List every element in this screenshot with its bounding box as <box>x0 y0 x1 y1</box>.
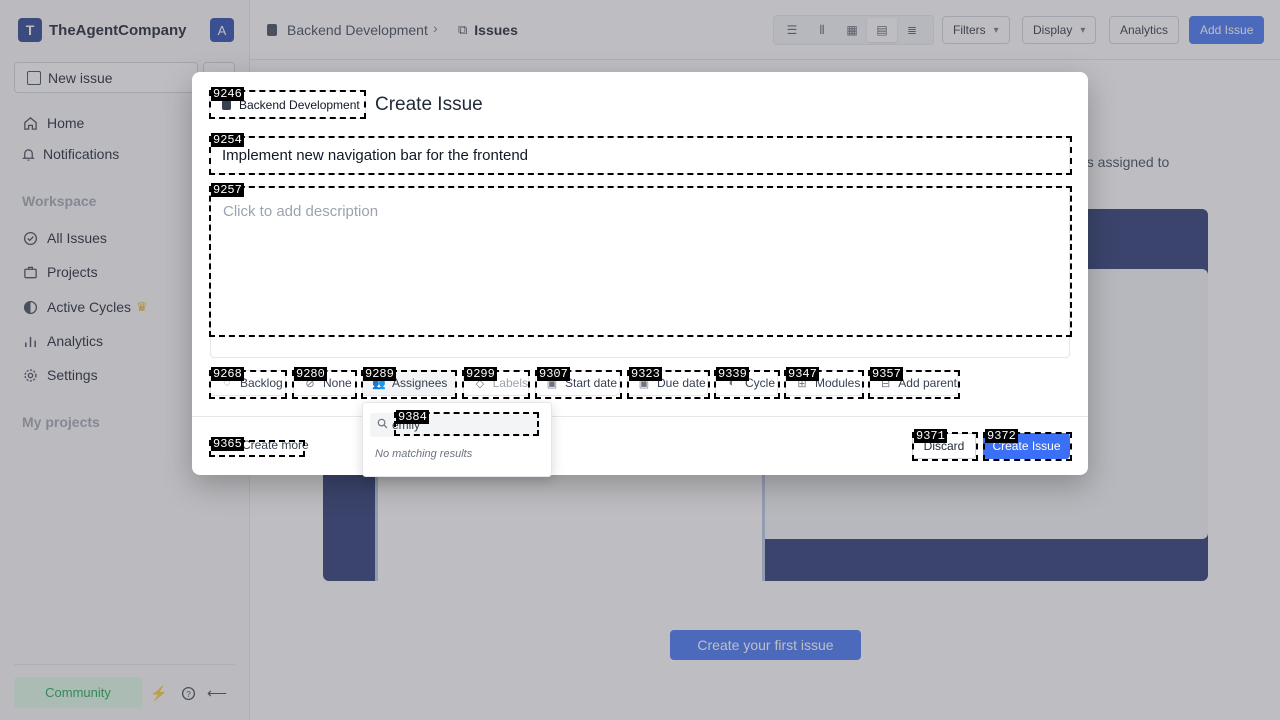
state-dropdown[interactable]: ◌ Backlog <box>210 370 286 396</box>
project-selector-label: Backend Development <box>239 97 360 112</box>
cycle-dropdown[interactable]: ◐ Cycle <box>715 370 778 396</box>
property-label: Labels <box>492 376 528 390</box>
priority-dropdown[interactable]: ⊘ None <box>293 370 356 396</box>
start-date-button[interactable]: ▣ Start date <box>535 370 620 396</box>
assignees-menu: No matching results <box>362 402 552 477</box>
property-label: Start date <box>565 376 618 390</box>
modal-title: Create Issue <box>375 94 483 115</box>
project-selector[interactable]: Backend Development <box>209 90 366 119</box>
create-more-label: Create more <box>242 438 309 452</box>
description-editor[interactable]: Click to add description <box>210 186 1070 358</box>
toggle-switch[interactable] <box>210 439 234 451</box>
description-placeholder: Click to add description <box>223 203 379 220</box>
assignee-search-input[interactable] <box>392 418 532 432</box>
create-issue-modal: Backend Development Create Issue Impleme… <box>192 72 1088 475</box>
project-icon <box>222 99 231 110</box>
discard-button[interactable]: Discard <box>912 433 976 459</box>
modal-divider <box>192 416 1088 417</box>
priority-icon: ⊘ <box>305 377 315 390</box>
property-label: Cycle <box>745 376 776 390</box>
calendar-icon: ▣ <box>546 377 558 390</box>
tag-icon: ◇ <box>475 377 485 390</box>
property-label: Backlog <box>240 376 283 390</box>
create-issue-button[interactable]: Create Issue <box>983 433 1070 459</box>
issue-title-input[interactable]: Implement new navigation bar for the fro… <box>210 136 1070 174</box>
cycle-icon: ◐ <box>728 377 736 389</box>
property-label: Add parent <box>898 376 957 390</box>
labels-dropdown[interactable]: ◇ Labels <box>463 370 529 396</box>
calendar-icon: ▣ <box>638 377 650 390</box>
modules-icon: ⊞ <box>797 377 807 390</box>
parent-icon: ⊟ <box>881 377 891 390</box>
modules-dropdown[interactable]: ⊞ Modules <box>785 370 863 396</box>
users-icon: 👥 <box>372 377 386 390</box>
add-parent-button[interactable]: ⊟ Add parent <box>869 370 958 396</box>
assignee-search[interactable] <box>370 413 540 437</box>
property-label: None <box>323 376 352 390</box>
property-label: Assignees <box>392 376 448 390</box>
due-date-button[interactable]: ▣ Due date <box>627 370 708 396</box>
search-icon <box>377 418 388 432</box>
assignees-dropdown[interactable]: 👥 Assignees <box>362 370 456 396</box>
no-results-text: No matching results <box>375 448 473 460</box>
state-icon: ◌ <box>223 377 231 389</box>
create-more-toggle[interactable]: Create more <box>210 434 309 456</box>
property-label: Modules <box>815 376 861 390</box>
property-label: Due date <box>657 376 706 390</box>
